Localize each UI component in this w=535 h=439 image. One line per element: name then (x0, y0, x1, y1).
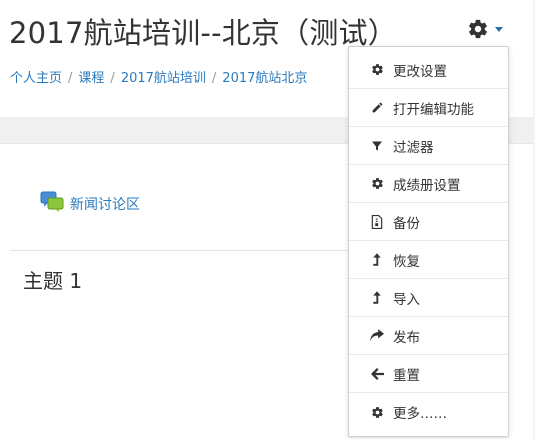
menu-item-label: 成绩册设置 (393, 177, 461, 194)
menu-item-backup[interactable]: 备份 (349, 203, 508, 241)
menu-item-edit-settings[interactable]: 更改设置 (349, 51, 508, 89)
gear-icon (370, 177, 384, 191)
breadcrumb-separator: / (211, 71, 217, 86)
breadcrumb-courses[interactable]: 课程 (78, 71, 104, 86)
menu-item-filters[interactable]: 过滤器 (349, 127, 508, 165)
menu-item-label: 更多…… (393, 406, 447, 422)
menu-item-turn-editing-on[interactable]: 打开编辑功能 (349, 89, 508, 127)
breadcrumb-separator: / (68, 71, 73, 86)
menu-item-gradebook-setup[interactable]: 成绩册设置 (349, 165, 508, 203)
file-zip-icon (370, 214, 384, 229)
menu-item-import[interactable]: 导入 (349, 279, 508, 317)
course-actions-menu: 更改设置 打开编辑功能 过滤器 成绩册设置 备份 恢复 导入 发布 重置 更多…… (348, 46, 509, 437)
level-up-icon (370, 253, 384, 267)
menu-item-label: 打开编辑功能 (393, 101, 474, 118)
share-icon (370, 329, 384, 343)
menu-item-reset[interactable]: 重置 (349, 355, 508, 393)
menu-item-publish[interactable]: 发布 (349, 317, 508, 355)
forum-icon (40, 191, 64, 217)
gear-icon (467, 18, 489, 40)
breadcrumb-home[interactable]: 个人主页 (10, 71, 62, 86)
menu-item-label: 导入 (393, 291, 420, 308)
menu-item-label: 恢复 (393, 253, 420, 270)
menu-item-label: 过滤器 (393, 139, 434, 156)
course-actions-menu-toggle[interactable] (467, 14, 513, 44)
breadcrumb-category[interactable]: 2017航站培训 (121, 71, 206, 86)
menu-item-label: 备份 (393, 215, 420, 232)
news-forum-link[interactable]: 新闻讨论区 (40, 191, 140, 217)
menu-item-restore[interactable]: 恢复 (349, 241, 508, 279)
filter-icon (370, 139, 384, 153)
menu-item-more[interactable]: 更多…… (349, 393, 508, 431)
gear-icon (370, 405, 384, 419)
breadcrumb-separator: / (110, 71, 115, 86)
caret-down-icon (495, 26, 503, 32)
page-title: 2017航站培训--北京（测试） (9, 16, 397, 50)
breadcrumb-course[interactable]: 2017航站北京 (222, 71, 307, 86)
menu-item-label: 重置 (393, 367, 420, 384)
breadcrumb: 个人主页 / 课程 / 2017航站培训 / 2017航站北京 (10, 67, 307, 86)
menu-item-label: 发布 (393, 329, 420, 346)
arrow-left-icon (370, 367, 384, 381)
section-divider (10, 250, 350, 251)
gear-icon (370, 63, 384, 77)
pencil-icon (370, 101, 384, 115)
section-title: 主题 1 (23, 269, 83, 293)
menu-item-label: 更改设置 (393, 63, 447, 80)
level-up-icon (370, 291, 384, 305)
news-forum-label[interactable]: 新闻讨论区 (70, 194, 140, 214)
